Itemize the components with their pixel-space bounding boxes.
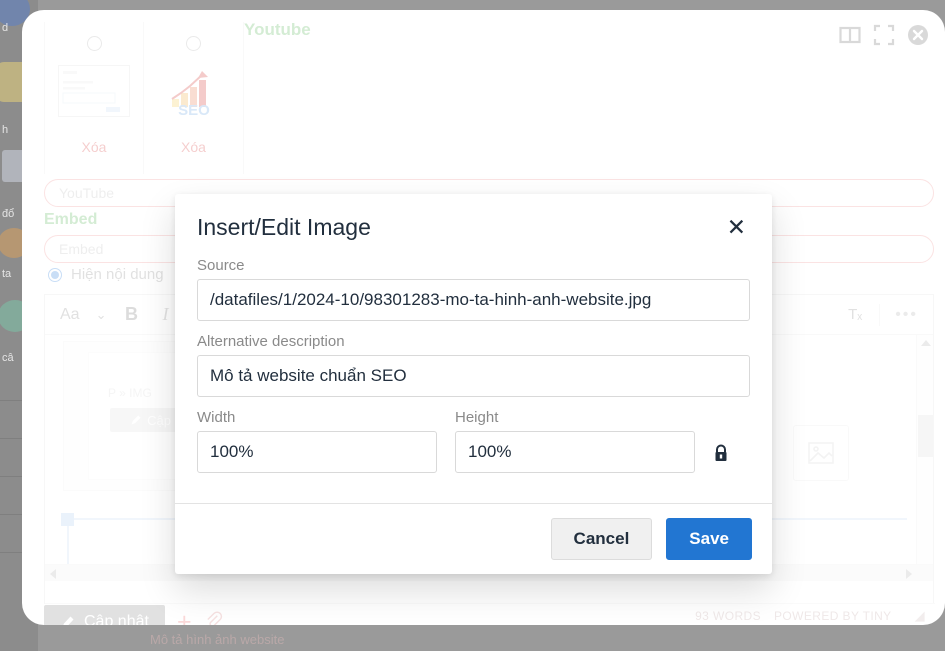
lock-closed-icon bbox=[715, 444, 727, 461]
split-view-icon[interactable] bbox=[839, 24, 861, 46]
dialog-footer: Cancel Save bbox=[175, 503, 772, 574]
tiny-branding[interactable]: POWERED BY TINY bbox=[774, 609, 892, 623]
show-content-radio[interactable] bbox=[48, 267, 62, 282]
dialog-title: Insert/Edit Image bbox=[197, 214, 371, 240]
source-label: Source bbox=[197, 257, 245, 274]
width-input[interactable] bbox=[197, 431, 437, 473]
height-input[interactable] bbox=[455, 431, 695, 473]
selection-resize-handle[interactable] bbox=[61, 513, 74, 526]
window-controls bbox=[839, 24, 929, 46]
more-options-button[interactable]: ••• bbox=[888, 300, 925, 330]
sidebar-fragment-1: h bbox=[2, 124, 9, 136]
sidebar-fragment-2: đổ bbox=[2, 208, 15, 220]
width-field-group: Width bbox=[197, 409, 437, 473]
thumbnail-delete-label[interactable]: Xóa bbox=[82, 139, 107, 155]
chevron-down-icon[interactable]: ⌄ bbox=[89, 300, 114, 330]
update-button[interactable]: Cập nhật bbox=[44, 605, 165, 625]
thumbnail-delete-label[interactable]: Xóa bbox=[181, 139, 206, 155]
screen: d h đổ ta câ Mô tả hình ảnh website Xóa … bbox=[0, 0, 945, 651]
insert-edit-image-dialog: Insert/Edit Image ✕ Source Alternative d… bbox=[175, 194, 772, 574]
youtube-heading: Youtube bbox=[244, 20, 311, 39]
clear-formatting-button[interactable]: Tₓ bbox=[839, 300, 871, 330]
dialog-header: Insert/Edit Image ✕ bbox=[175, 194, 772, 247]
source-input[interactable] bbox=[197, 279, 750, 321]
update-button-label: Cập nhật bbox=[84, 613, 149, 625]
close-icon[interactable] bbox=[907, 24, 929, 46]
thumbnail-radio[interactable] bbox=[186, 36, 201, 51]
cancel-button[interactable]: Cancel bbox=[550, 518, 653, 560]
sidebar-fragment-0: d bbox=[2, 22, 9, 34]
fullscreen-icon[interactable] bbox=[873, 24, 895, 46]
thumbnail-item[interactable]: Xóa bbox=[44, 22, 144, 174]
alt-field-group: Alternative description bbox=[197, 333, 750, 397]
scroll-up-arrow-icon[interactable] bbox=[921, 340, 931, 346]
show-content-label: Hiện nội dung bbox=[71, 266, 164, 283]
thumbnail-radio[interactable] bbox=[86, 36, 102, 51]
alt-input[interactable] bbox=[197, 355, 750, 397]
sidebar-fragment-4: câ bbox=[2, 352, 14, 364]
thumbnail-item[interactable]: SEO Xóa bbox=[144, 22, 244, 174]
toolbar-separator bbox=[879, 303, 881, 326]
svg-text:SEO: SEO bbox=[178, 102, 210, 117]
image-placeholder-icon bbox=[793, 425, 849, 481]
pen-icon bbox=[63, 616, 74, 625]
embed-heading: Embed bbox=[44, 211, 98, 228]
constrain-proportions-button[interactable] bbox=[713, 444, 729, 473]
paperclip-icon bbox=[206, 610, 222, 625]
vertical-scroll-thumb[interactable] bbox=[918, 415, 933, 457]
add-icon[interactable]: + bbox=[177, 609, 192, 625]
sidebar-fragment-3: ta bbox=[2, 268, 12, 280]
attachment-icon[interactable] bbox=[204, 610, 223, 625]
height-field-group: Height bbox=[455, 409, 695, 473]
editor-resize-grip-icon[interactable]: ◢ bbox=[915, 608, 925, 624]
embedded-path-label: P » IMG bbox=[108, 386, 152, 400]
pen-icon bbox=[131, 415, 141, 425]
scroll-right-arrow-icon[interactable] bbox=[906, 569, 912, 579]
statusbar-right: 93 WORDS POWERED BY TINY ◢ bbox=[695, 608, 925, 624]
editor-vertical-scrollbar[interactable] bbox=[916, 335, 933, 581]
scroll-left-arrow-icon[interactable] bbox=[50, 569, 56, 579]
thumbnail-screenshot-image bbox=[58, 65, 130, 117]
dimensions-row: Width Height bbox=[197, 409, 750, 473]
background-faint-text: Mô tả hình ảnh website bbox=[150, 632, 285, 647]
save-button[interactable]: Save bbox=[666, 518, 752, 560]
bold-button[interactable]: B bbox=[115, 300, 147, 330]
youtube-input-placeholder: YouTube bbox=[59, 185, 115, 201]
word-count: 93 WORDS bbox=[695, 608, 761, 623]
font-size-dropdown[interactable]: Aa bbox=[53, 300, 87, 330]
show-content-radio-row[interactable]: Hiện nội dung bbox=[48, 266, 164, 283]
width-label: Width bbox=[197, 409, 236, 426]
source-field-group: Source bbox=[197, 257, 750, 321]
thumbnail-seo-chart-image: SEO bbox=[170, 71, 210, 117]
embed-input-placeholder: Embed bbox=[59, 241, 104, 257]
bottom-action-bar: Cập nhật + bbox=[44, 605, 223, 625]
alt-label: Alternative description bbox=[197, 333, 345, 350]
thumbnail-row: Xóa SEO Xóa bbox=[44, 22, 244, 174]
close-icon[interactable]: ✕ bbox=[723, 214, 750, 241]
height-label: Height bbox=[455, 409, 499, 426]
dialog-body: Source Alternative description Width Hei… bbox=[175, 247, 772, 503]
